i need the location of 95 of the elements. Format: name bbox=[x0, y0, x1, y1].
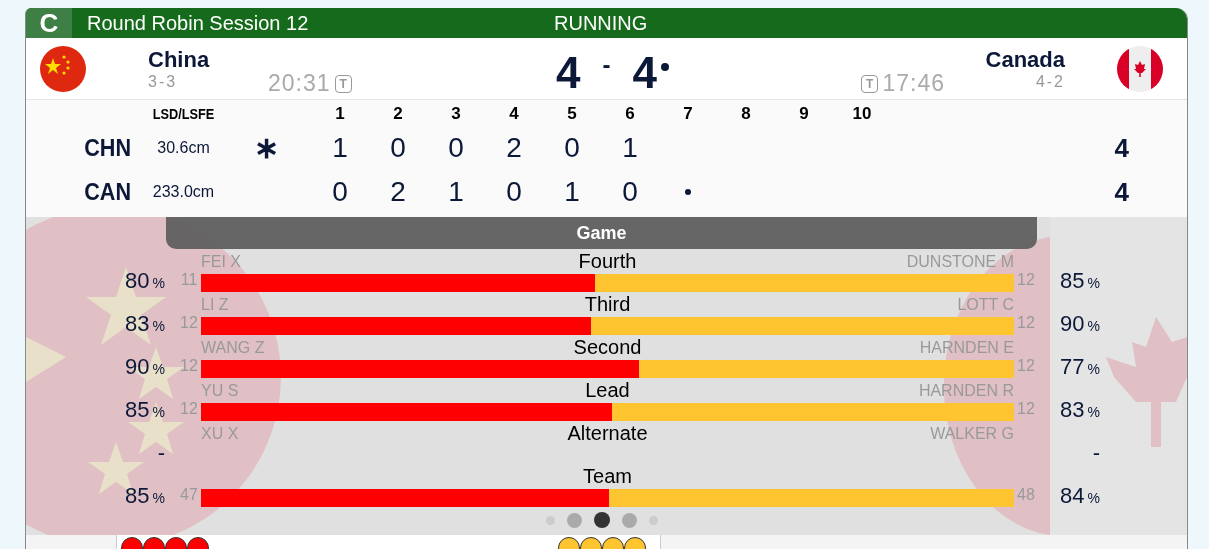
end-score: 0 bbox=[389, 131, 407, 165]
team-score: 4 bbox=[556, 47, 581, 97]
position-label: Lead bbox=[585, 380, 630, 400]
percent-sign: % bbox=[152, 276, 165, 290]
player-name: LI Z bbox=[201, 296, 229, 313]
shot-count: 12 bbox=[1017, 314, 1035, 331]
player-name: WALKER G bbox=[930, 425, 1014, 442]
total-score: 4 bbox=[1114, 175, 1129, 209]
lsd-distance: 30.6cm bbox=[156, 138, 211, 158]
team-abbreviation: CHN bbox=[83, 133, 132, 163]
end-number: 5 bbox=[566, 103, 578, 126]
percent-sign: % bbox=[1087, 362, 1100, 376]
shot-percentage: - bbox=[157, 442, 165, 464]
shot-count: 12 bbox=[180, 400, 198, 417]
end-number: 10 bbox=[851, 103, 873, 126]
end-score: 1 bbox=[447, 175, 465, 209]
end-score: 2 bbox=[389, 175, 407, 209]
shot-count: 12 bbox=[1017, 271, 1035, 288]
player-name: HARNDEN E bbox=[919, 339, 1014, 356]
player-name: WANG Z bbox=[201, 339, 265, 356]
game-clock: 17:46 bbox=[882, 72, 945, 95]
end-number: 7 bbox=[682, 103, 694, 126]
shot-count: 12 bbox=[1017, 400, 1035, 417]
lsd-distance: 233.0cm bbox=[151, 182, 216, 202]
position-label: Second bbox=[573, 337, 642, 357]
shot-count: 11 bbox=[180, 271, 198, 288]
shot-percentage: 80 bbox=[125, 270, 150, 292]
shot-count: 47 bbox=[180, 486, 198, 503]
game-clock: 20:31 bbox=[268, 72, 331, 95]
canada-flag-icon bbox=[1117, 45, 1163, 92]
end-number: 4 bbox=[508, 103, 520, 126]
shot-percentage: 90 bbox=[125, 356, 150, 378]
shot-percentage: 85 bbox=[125, 485, 150, 507]
team-abbreviation: CAN bbox=[83, 177, 132, 207]
percent-sign: % bbox=[1087, 319, 1100, 333]
lsd-header: LSD/LSFE bbox=[151, 103, 216, 124]
player-name: DUNSTONE M bbox=[906, 253, 1014, 270]
team-score: 4 bbox=[632, 47, 657, 97]
end-number: 9 bbox=[798, 103, 810, 126]
team-record: 4-2 bbox=[1035, 72, 1065, 91]
player-name: XU X bbox=[201, 425, 239, 442]
shot-count: 12 bbox=[180, 314, 198, 331]
percent-sign: % bbox=[1087, 276, 1100, 290]
session-title: Round Robin Session 12 bbox=[87, 11, 309, 36]
end-number: 6 bbox=[624, 103, 636, 126]
team-record: 3-3 bbox=[148, 72, 178, 91]
shot-percentage: 85 bbox=[125, 399, 150, 421]
end-score: 0 bbox=[621, 175, 639, 209]
player-name: FEI X bbox=[201, 253, 241, 270]
percent-sign: % bbox=[152, 319, 165, 333]
end-score: 1 bbox=[621, 131, 639, 165]
percent-sign: % bbox=[152, 405, 165, 419]
shot-count: 12 bbox=[180, 357, 198, 374]
end-score: 1 bbox=[563, 175, 581, 209]
end-score: 2 bbox=[505, 131, 523, 165]
end-score: 0 bbox=[331, 175, 349, 209]
end-number: 8 bbox=[740, 103, 752, 126]
position-label: Fourth bbox=[578, 251, 637, 271]
timeout-badge: T bbox=[861, 74, 879, 93]
end-score: 0 bbox=[505, 175, 523, 209]
total-score: 4 bbox=[1114, 131, 1129, 165]
shot-percentage: 90 bbox=[1060, 313, 1085, 335]
end-number: 3 bbox=[450, 103, 462, 126]
shot-percentage: 83 bbox=[125, 313, 150, 335]
shot-percentage: - bbox=[1092, 442, 1100, 464]
score-separator: - bbox=[602, 49, 611, 80]
shot-percentage: 84 bbox=[1060, 485, 1085, 507]
player-name: HARNDEN R bbox=[918, 382, 1014, 399]
position-label: Alternate bbox=[567, 423, 648, 443]
team-name: China bbox=[148, 46, 210, 73]
position-label: Third bbox=[584, 294, 631, 314]
player-name: LOTT C bbox=[957, 296, 1014, 313]
percent-sign: % bbox=[152, 362, 165, 376]
position-label: Team bbox=[583, 466, 632, 486]
timeout-badge: T bbox=[334, 74, 352, 93]
percent-sign: % bbox=[1087, 491, 1100, 505]
china-flag-icon bbox=[40, 45, 86, 92]
shot-count: 12 bbox=[1017, 357, 1035, 374]
category-badge: C bbox=[26, 8, 72, 38]
end-number: 1 bbox=[334, 103, 346, 126]
stats-title: Game bbox=[576, 221, 627, 245]
game-status: RUNNING bbox=[554, 11, 648, 36]
end-score: 0 bbox=[563, 131, 581, 165]
end-number: 2 bbox=[392, 103, 404, 126]
team-name: Canada bbox=[985, 46, 1065, 73]
shot-count: 48 bbox=[1017, 486, 1035, 503]
player-name: YU S bbox=[201, 382, 239, 399]
shot-percentage: 85 bbox=[1060, 270, 1085, 292]
end-score: 0 bbox=[447, 131, 465, 165]
shot-percentage: 83 bbox=[1060, 399, 1085, 421]
end-score: 1 bbox=[331, 131, 349, 165]
percent-sign: % bbox=[1087, 405, 1100, 419]
first-hammer-mark: ∗ bbox=[253, 133, 279, 163]
percent-sign: % bbox=[152, 491, 165, 505]
shot-percentage: 77 bbox=[1060, 356, 1085, 378]
